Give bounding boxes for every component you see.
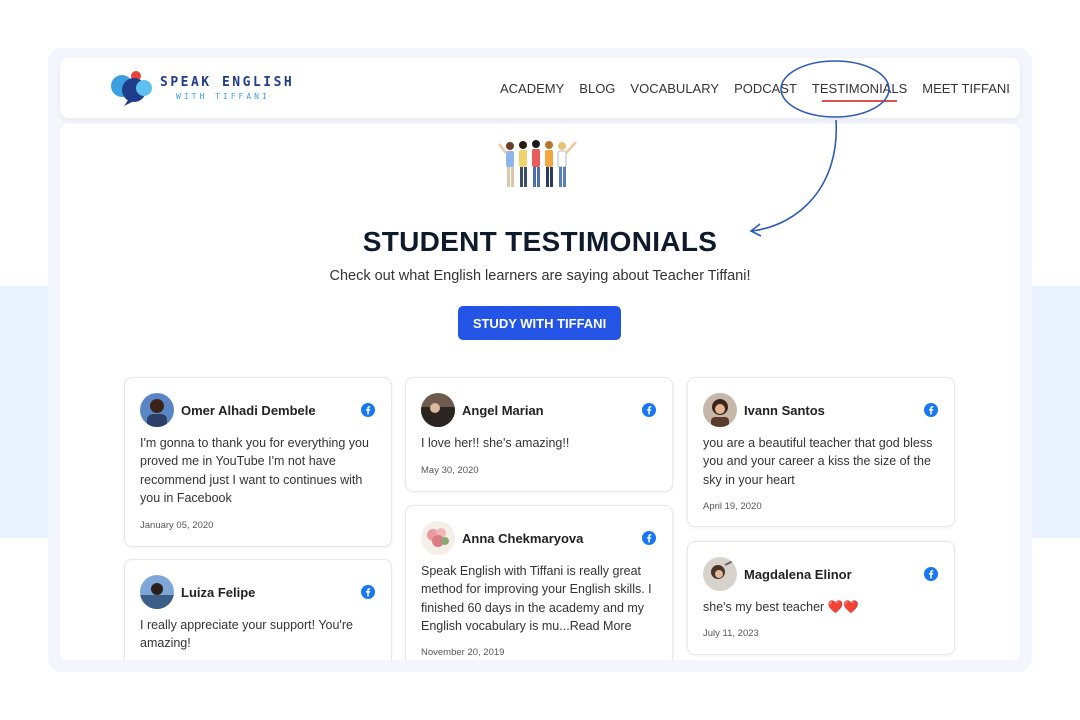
testimonial-text: Speak English with Tiffani is really gre… — [421, 562, 661, 635]
group-of-people-icon — [498, 140, 577, 187]
facebook-icon[interactable] — [642, 403, 656, 417]
testimonial-text: you are a beautiful teacher that god ble… — [703, 436, 933, 487]
facebook-icon[interactable] — [924, 403, 938, 417]
site-header: SPEAK ENGLISH WITH TIFFANI ACADEMY BLOG … — [60, 58, 1020, 118]
nav-meet-tiffani[interactable]: MEET TIFFANI — [922, 81, 1010, 96]
study-with-tiffani-button[interactable]: STUDY WITH TIFFANI — [458, 306, 621, 340]
logo-title: SPEAK ENGLISH — [160, 75, 295, 90]
testimonial-text: I love her!! she's amazing!! — [421, 436, 570, 450]
testimonial-author: Omer Alhadi Dembele — [181, 403, 316, 418]
avatar — [140, 393, 174, 427]
facebook-icon[interactable] — [361, 403, 375, 417]
testimonial-date: May 30, 2020 — [421, 465, 479, 476]
avatar — [421, 393, 455, 427]
testimonial-date: January 05, 2020 — [140, 520, 214, 531]
logo-subtitle: WITH TIFFANI — [176, 92, 270, 101]
page-subtitle: Check out what English learners are sayi… — [329, 268, 751, 284]
testimonial-card: Magdalena Elinor she's my best teacher ❤… — [687, 541, 955, 655]
nav-testimonials[interactable]: TESTIMONIALS — [812, 81, 907, 102]
testimonial-card: Anna Chekmaryova Speak English with Tiff… — [405, 505, 673, 660]
testimonial-author: Angel Marian — [462, 403, 544, 418]
nav-vocabulary[interactable]: VOCABULARY — [630, 81, 719, 96]
testimonial-card: Luiza Felipe I really appreciate your su… — [124, 559, 392, 660]
testimonial-date: July 11, 2023 — [703, 628, 759, 639]
avatar — [703, 557, 737, 591]
testimonial-author: Magdalena Elinor — [744, 567, 852, 582]
nav-academy[interactable]: ACADEMY — [500, 81, 564, 96]
facebook-icon[interactable] — [361, 585, 375, 599]
testimonial-card: Ivann Santos you are a beautiful teacher… — [687, 377, 955, 527]
avatar — [421, 521, 455, 555]
testimonial-text: I'm gonna to thank you for everything yo… — [140, 436, 369, 505]
testimonial-author: Anna Chekmaryova — [462, 531, 584, 546]
nav-podcast[interactable]: PODCAST — [734, 81, 797, 96]
testimonial-date: November 20, 2019 — [421, 647, 505, 658]
site-logo[interactable]: SPEAK ENGLISH WITH TIFFANI — [110, 70, 310, 106]
testimonial-author: Ivann Santos — [744, 403, 825, 418]
testimonial-text: I really appreciate your support! You're… — [140, 618, 353, 651]
speech-bubbles-logo-icon — [111, 71, 152, 106]
testimonial-text: she's my best teacher ❤️❤️ — [703, 600, 859, 614]
facebook-icon[interactable] — [642, 531, 656, 545]
avatar — [140, 575, 174, 609]
facebook-icon[interactable] — [924, 567, 938, 581]
testimonial-author: Luiza Felipe — [181, 585, 256, 600]
nav-blog[interactable]: BLOG — [579, 81, 615, 96]
testimonial-card: Omer Alhadi Dembele I'm gonna to thank y… — [124, 377, 392, 547]
avatar — [703, 393, 737, 427]
main-content: STUDENT TESTIMONIALS Check out what Engl… — [60, 124, 1020, 660]
main-nav: ACADEMY BLOG VOCABULARY PODCAST TESTIMON… — [500, 58, 1025, 118]
testimonial-card: Angel Marian I love her!! she's amazing!… — [405, 377, 673, 492]
testimonial-date: April 19, 2020 — [703, 501, 762, 512]
page-title: STUDENT TESTIMONIALS — [362, 226, 718, 257]
read-more-link[interactable]: Read More — [570, 619, 632, 633]
